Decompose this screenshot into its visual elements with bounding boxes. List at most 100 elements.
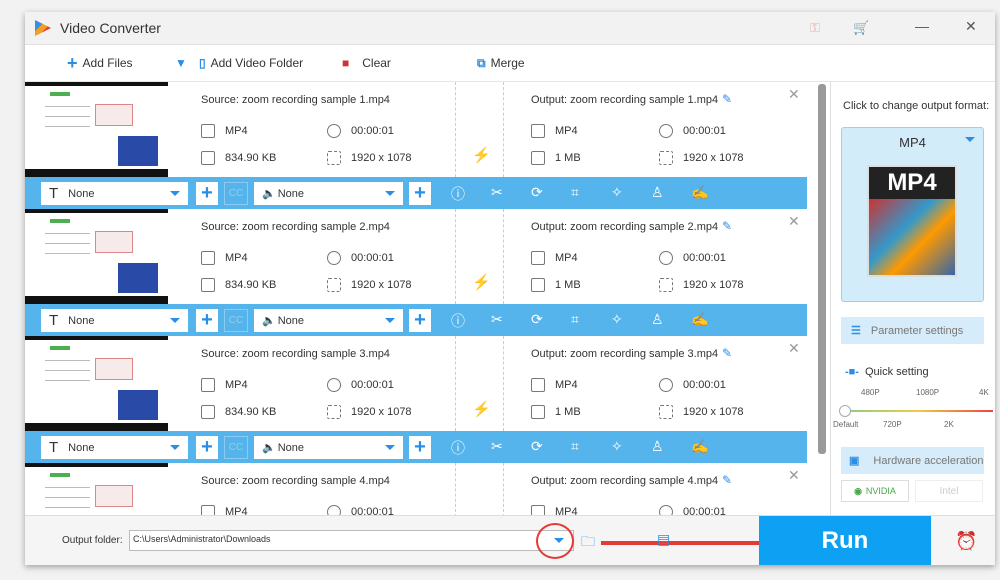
remove-file-button[interactable]: ✕ [788,467,800,484]
audio-select[interactable]: 🔈None [254,182,403,205]
video-thumbnail[interactable] [25,209,168,304]
add-files-button[interactable]: +Add Files [67,53,133,74]
add-audio-button[interactable]: + [409,182,431,205]
minimize-button[interactable]: — [915,18,929,34]
subtitle-select[interactable]: TNone [41,182,188,205]
slider-thumb[interactable] [839,405,851,417]
param-settings-label: Parameter settings [871,325,963,337]
watermark-icon[interactable]: ♙ [651,311,664,328]
cc-icon[interactable]: CC [224,182,248,205]
parameter-settings-button[interactable]: ☰Parameter settings [841,317,984,344]
add-files-label: Add Files [83,56,133,70]
audio-select[interactable]: 🔈None [254,309,403,332]
merge-output-icon[interactable]: ▤ [657,531,670,548]
effects-wand-icon[interactable]: ✧ [611,311,623,328]
edit-icon[interactable]: ✍ [691,311,708,328]
slider-track[interactable] [843,410,993,412]
open-folder-icon[interactable]: 🗀 [581,531,595,555]
effects-wand-icon[interactable]: ✧ [611,184,623,201]
rotate-icon[interactable]: ⟳ [531,438,543,455]
file-icon [531,278,545,292]
crop-icon[interactable]: ⌗ [571,311,579,328]
out-format-value: MP4 [555,379,578,391]
subtitle-select[interactable]: TNone [41,436,188,459]
clock-icon [327,251,341,265]
info-icon[interactable]: ⓘ [451,184,465,204]
video-thumbnail[interactable] [25,82,168,177]
subtitle-value: None [68,188,94,200]
key-icon[interactable]: ⚿ [810,20,820,36]
watermark-icon[interactable]: ♙ [651,438,664,455]
add-audio-button[interactable]: + [409,436,431,459]
add-files-dropdown[interactable]: ▼ [175,56,187,70]
file-icon [201,405,215,419]
out-format: MP4 [531,124,578,138]
annotation-circle [536,523,574,559]
edit-name-icon[interactable]: ✎ [722,346,732,360]
cc-icon[interactable]: CC [224,309,248,332]
speaker-icon: 🔈 [262,314,276,327]
edit-icon[interactable]: ✍ [691,184,708,201]
add-subtitle-button[interactable]: + [196,436,218,459]
out-resolution: 1920 x 1078 [659,405,744,419]
close-window-button[interactable]: ✕ [965,18,977,35]
edit-name-icon[interactable]: ✎ [722,473,732,487]
out-duration-value: 00:00:01 [683,252,726,264]
out-duration: 00:00:01 [659,124,726,138]
scrollbar[interactable] [818,84,826,454]
remove-file-button[interactable]: ✕ [788,86,800,103]
remove-file-button[interactable]: ✕ [788,340,800,357]
edit-name-icon[interactable]: ✎ [722,219,732,233]
folder-icon: ▯ [199,56,206,70]
app-window: Video Converter ⚿ 🛒 — ✕ +Add Files ▼ ▯Ad… [25,12,995,565]
scissors-icon[interactable]: ✂ [491,438,503,455]
output-name: Output: zoom recording sample 3.mp4 [531,348,718,360]
video-thumbnail[interactable] [25,463,168,515]
video-thumbnail[interactable] [25,336,168,431]
speaker-icon: 🔈 [262,187,276,200]
effects-wand-icon[interactable]: ✧ [611,438,623,455]
subtitle-select[interactable]: TNone [41,309,188,332]
src-resolution: 1920 x 1078 [327,405,412,419]
scissors-icon[interactable]: ✂ [491,184,503,201]
format-selector[interactable]: MP4 MP4 [841,127,984,302]
rotate-icon[interactable]: ⟳ [531,311,543,328]
clock-icon [327,505,341,515]
watermark-icon[interactable]: ♙ [651,184,664,201]
output-folder-input[interactable]: C:\Users\Administrator\Downloads [129,530,574,551]
info-icon[interactable]: ⓘ [451,311,465,331]
info-icon[interactable]: ⓘ [451,438,465,458]
audio-select[interactable]: 🔈None [254,436,403,459]
run-button[interactable]: Run [759,516,931,565]
edit-icon[interactable]: ✍ [691,438,708,455]
alarm-clock-icon[interactable]: ⏰ [955,531,977,552]
cc-icon[interactable]: CC [224,436,248,459]
add-subtitle-button[interactable]: + [196,182,218,205]
chevron-down-icon [170,318,180,323]
video-file-icon [201,378,215,392]
output-name: Output: zoom recording sample 1.mp4 [531,94,718,106]
nvidia-label: NVIDIA [866,486,896,496]
out-size-value: 1 MB [555,406,581,418]
chevron-down-icon [965,137,975,147]
edit-name-icon[interactable]: ✎ [722,92,732,106]
nvidia-button[interactable]: ◉NVIDIA [841,480,909,502]
clear-button[interactable]: ■Clear [342,56,391,70]
hardware-acceleration-button[interactable]: ▣Hardware acceleration [841,447,984,474]
merge-button[interactable]: ⧉Merge [477,56,525,71]
add-folder-button[interactable]: ▯Add Video Folder [199,56,303,70]
intel-label: Intel [940,486,959,497]
remove-file-button[interactable]: ✕ [788,213,800,230]
src-duration-value: 00:00:01 [351,506,394,515]
video-file-icon [201,124,215,138]
cart-icon[interactable]: 🛒 [853,20,869,36]
crop-icon[interactable]: ⌗ [571,438,579,455]
add-subtitle-button[interactable]: + [196,309,218,332]
crop-icon[interactable]: ⌗ [571,184,579,201]
edit-bar: TNone + CC 🔈None + ⓘ ✂ ⟳ ⌗ ✧ ♙ ✍ [25,177,807,209]
intel-button[interactable]: Intel [915,480,983,502]
scissors-icon[interactable]: ✂ [491,311,503,328]
rotate-icon[interactable]: ⟳ [531,184,543,201]
add-audio-button[interactable]: + [409,309,431,332]
subtitle-value: None [68,442,94,454]
